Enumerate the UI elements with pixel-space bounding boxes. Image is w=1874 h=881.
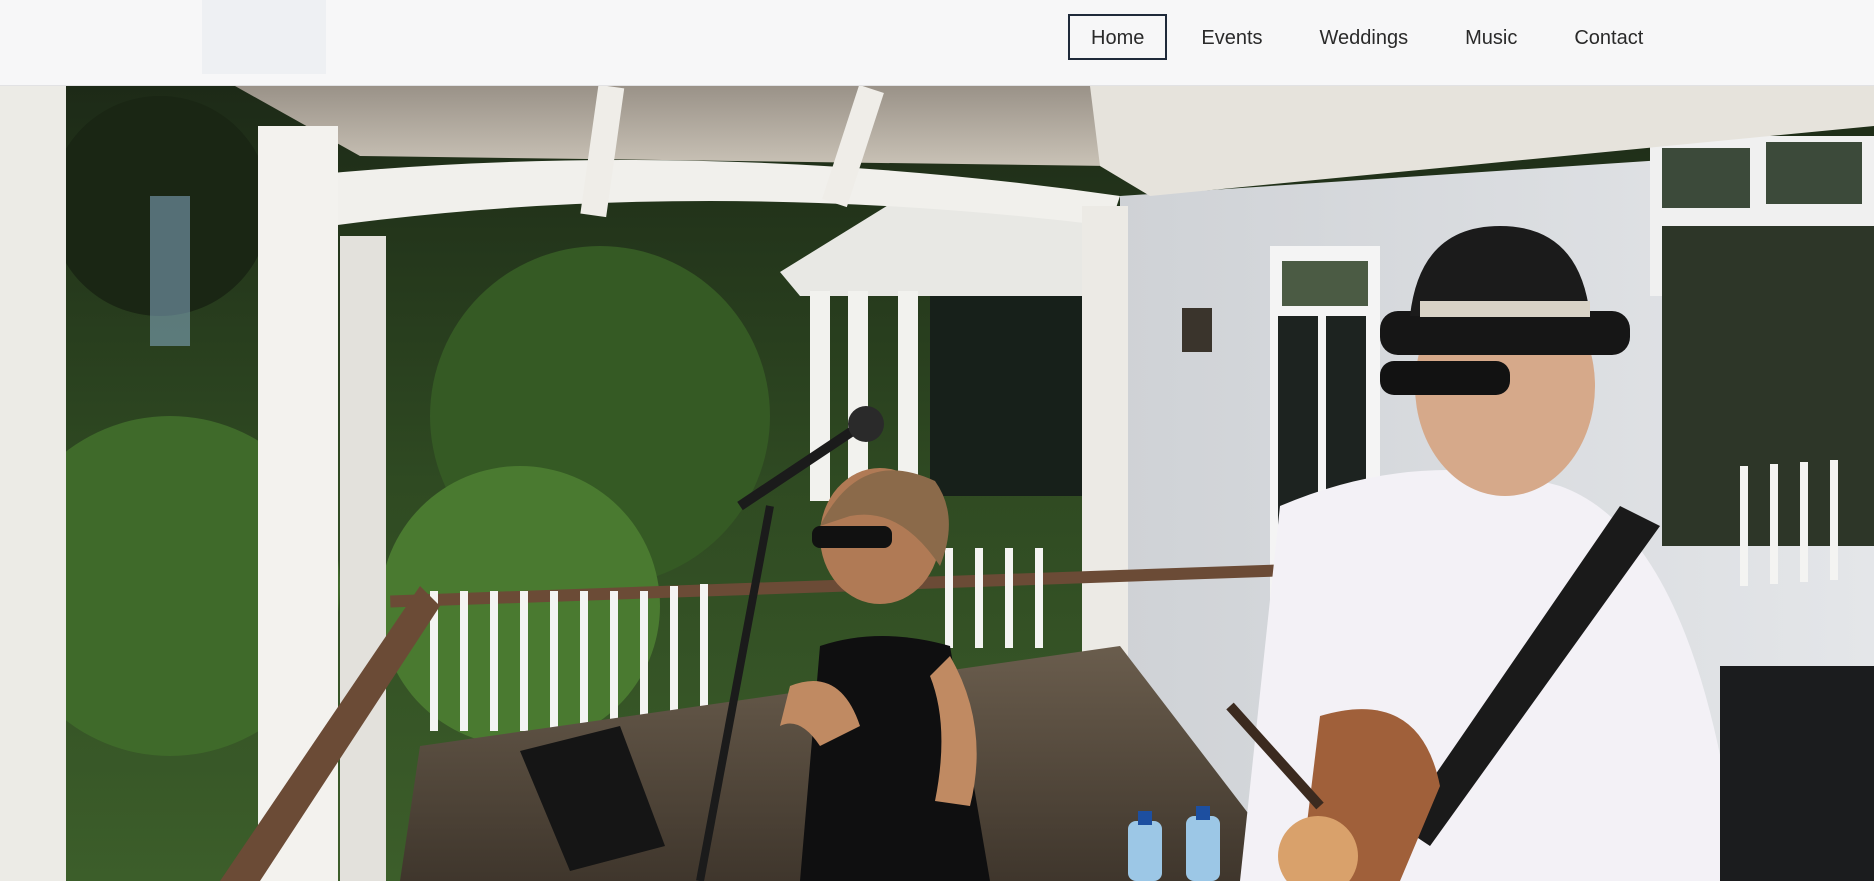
nav-item-events[interactable]: Events bbox=[1178, 14, 1285, 60]
nav-item-music[interactable]: Music bbox=[1442, 14, 1540, 60]
hero-image bbox=[0, 86, 1874, 881]
site-logo[interactable] bbox=[202, 0, 326, 74]
site-header: Home Events Weddings Music Contact bbox=[0, 0, 1874, 86]
nav-item-contact[interactable]: Contact bbox=[1551, 14, 1666, 60]
nav-item-home[interactable]: Home bbox=[1068, 14, 1168, 60]
main-nav: Home Events Weddings Music Contact bbox=[1068, 14, 1677, 60]
nav-item-weddings[interactable]: Weddings bbox=[1297, 14, 1432, 60]
hero-photo-illustration bbox=[0, 86, 1874, 881]
